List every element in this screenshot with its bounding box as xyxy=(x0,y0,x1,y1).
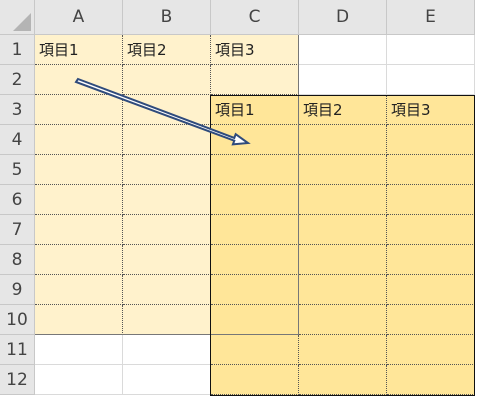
cell-e5[interactable] xyxy=(387,155,475,185)
row-header-8[interactable]: 8 xyxy=(0,245,35,275)
cell-d1[interactable] xyxy=(299,35,387,65)
cell-d11[interactable] xyxy=(299,335,387,365)
cell-a11[interactable] xyxy=(35,335,123,365)
cell-c1[interactable]: 項目3 xyxy=(211,35,299,65)
cell-text: 項目3 xyxy=(215,41,255,59)
cell-d3[interactable]: 項目2 xyxy=(299,95,387,125)
column-header-b[interactable]: B xyxy=(123,0,211,35)
cell-d5[interactable] xyxy=(299,155,387,185)
spreadsheet: ABCDE 1 2 3 4 5 6 7 8 9 10 11 12 項目1 項目2 項目3 項目1 項目2 項目3 xyxy=(0,0,480,401)
cell-c2[interactable] xyxy=(211,65,299,95)
row-header-5[interactable]: 5 xyxy=(0,155,35,185)
column-header-c[interactable]: C xyxy=(211,0,299,35)
column-header-a[interactable]: A xyxy=(35,0,123,35)
cell-e6[interactable] xyxy=(387,185,475,215)
cell-e11[interactable] xyxy=(387,335,475,365)
row-header-10[interactable]: 10 xyxy=(0,305,35,335)
cell-e8[interactable] xyxy=(387,245,475,275)
row-header-12[interactable]: 12 xyxy=(0,365,35,395)
row-header-11[interactable]: 11 xyxy=(0,335,35,365)
cell-b7[interactable] xyxy=(123,215,211,245)
cell-a6[interactable] xyxy=(35,185,123,215)
cell-d6[interactable] xyxy=(299,185,387,215)
row-header-2[interactable]: 2 xyxy=(0,65,35,95)
cell-a4[interactable] xyxy=(35,125,123,155)
cell-d2[interactable] xyxy=(299,65,387,95)
cell-c6[interactable] xyxy=(211,185,299,215)
cell-b2[interactable] xyxy=(123,65,211,95)
cell-c9[interactable] xyxy=(211,275,299,305)
cell-c4[interactable] xyxy=(211,125,299,155)
cell-a8[interactable] xyxy=(35,245,123,275)
cell-e4[interactable] xyxy=(387,125,475,155)
cell-e10[interactable] xyxy=(387,305,475,335)
cell-b10[interactable] xyxy=(123,305,211,335)
row-header-4[interactable]: 4 xyxy=(0,125,35,155)
row-header-1[interactable]: 1 xyxy=(0,35,35,65)
cell-e9[interactable] xyxy=(387,275,475,305)
cell-a9[interactable] xyxy=(35,275,123,305)
cell-d4[interactable] xyxy=(299,125,387,155)
cell-b9[interactable] xyxy=(123,275,211,305)
cell-a7[interactable] xyxy=(35,215,123,245)
cell-e12[interactable] xyxy=(387,365,475,395)
cell-c12[interactable] xyxy=(211,365,299,395)
cell-b3[interactable] xyxy=(123,95,211,125)
cell-d7[interactable] xyxy=(299,215,387,245)
cell-b12[interactable] xyxy=(123,365,211,395)
cell-b8[interactable] xyxy=(123,245,211,275)
column-header-e[interactable]: E xyxy=(387,0,475,35)
cell-d9[interactable] xyxy=(299,275,387,305)
select-all-corner[interactable] xyxy=(0,0,35,35)
cell-e1[interactable] xyxy=(387,35,475,65)
cell-b5[interactable] xyxy=(123,155,211,185)
cell-b11[interactable] xyxy=(123,335,211,365)
cell-c7[interactable] xyxy=(211,215,299,245)
cell-a2[interactable] xyxy=(35,65,123,95)
cell-c11[interactable] xyxy=(211,335,299,365)
cell-e3[interactable]: 項目3 xyxy=(387,95,475,125)
cell-c3[interactable]: 項目1 xyxy=(211,95,299,125)
cell-text: 項目2 xyxy=(127,41,167,59)
row-header-9[interactable]: 9 xyxy=(0,275,35,305)
cell-a10[interactable] xyxy=(35,305,123,335)
cell-c5[interactable] xyxy=(211,155,299,185)
cell-a12[interactable] xyxy=(35,365,123,395)
cell-b6[interactable] xyxy=(123,185,211,215)
cell-b4[interactable] xyxy=(123,125,211,155)
cell-b1[interactable]: 項目2 xyxy=(123,35,211,65)
cell-a3[interactable] xyxy=(35,95,123,125)
row-header-6[interactable]: 6 xyxy=(0,185,35,215)
cell-a5[interactable] xyxy=(35,155,123,185)
cell-c8[interactable] xyxy=(211,245,299,275)
cell-d8[interactable] xyxy=(299,245,387,275)
column-header-d[interactable]: D xyxy=(299,0,387,35)
row-header-7[interactable]: 7 xyxy=(0,215,35,245)
cell-d10[interactable] xyxy=(299,305,387,335)
cell-d12[interactable] xyxy=(299,365,387,395)
select-all-triangle-icon xyxy=(13,13,31,31)
cell-a1[interactable]: 項目1 xyxy=(35,35,123,65)
cell-text: 項目1 xyxy=(39,41,79,59)
cell-e7[interactable] xyxy=(387,215,475,245)
cell-text: 項目1 xyxy=(215,101,255,119)
row-header-3[interactable]: 3 xyxy=(0,95,35,125)
cell-c10[interactable] xyxy=(211,305,299,335)
cell-e2[interactable] xyxy=(387,65,475,95)
cell-text: 項目2 xyxy=(303,101,343,119)
cell-text: 項目3 xyxy=(391,101,431,119)
